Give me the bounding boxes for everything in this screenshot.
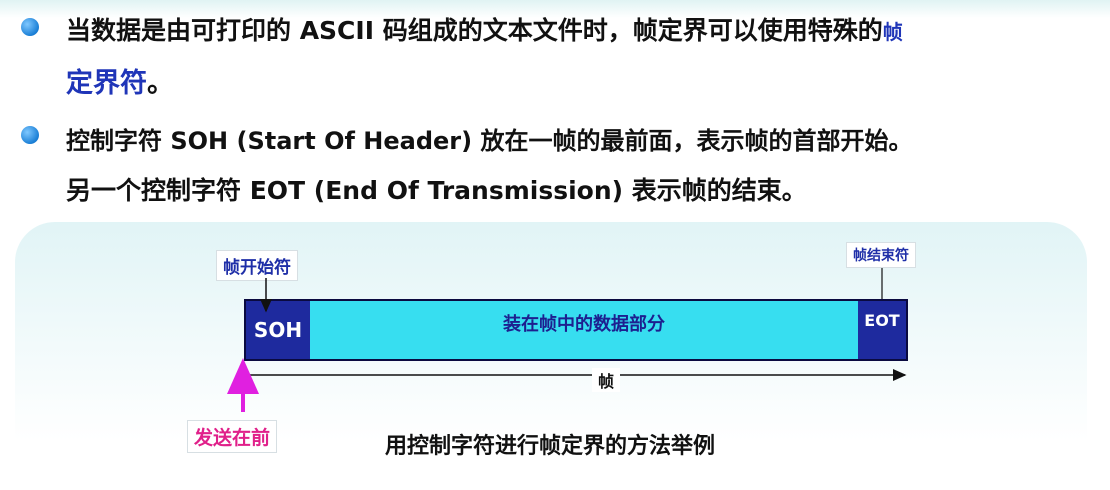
frame-span-label: 帧 bbox=[592, 368, 621, 392]
diagram-arrows bbox=[227, 268, 907, 412]
send-first-label: 发送在前 bbox=[187, 420, 278, 453]
diagram-caption: 用控制字符进行帧定界的方法举例 bbox=[385, 434, 716, 459]
